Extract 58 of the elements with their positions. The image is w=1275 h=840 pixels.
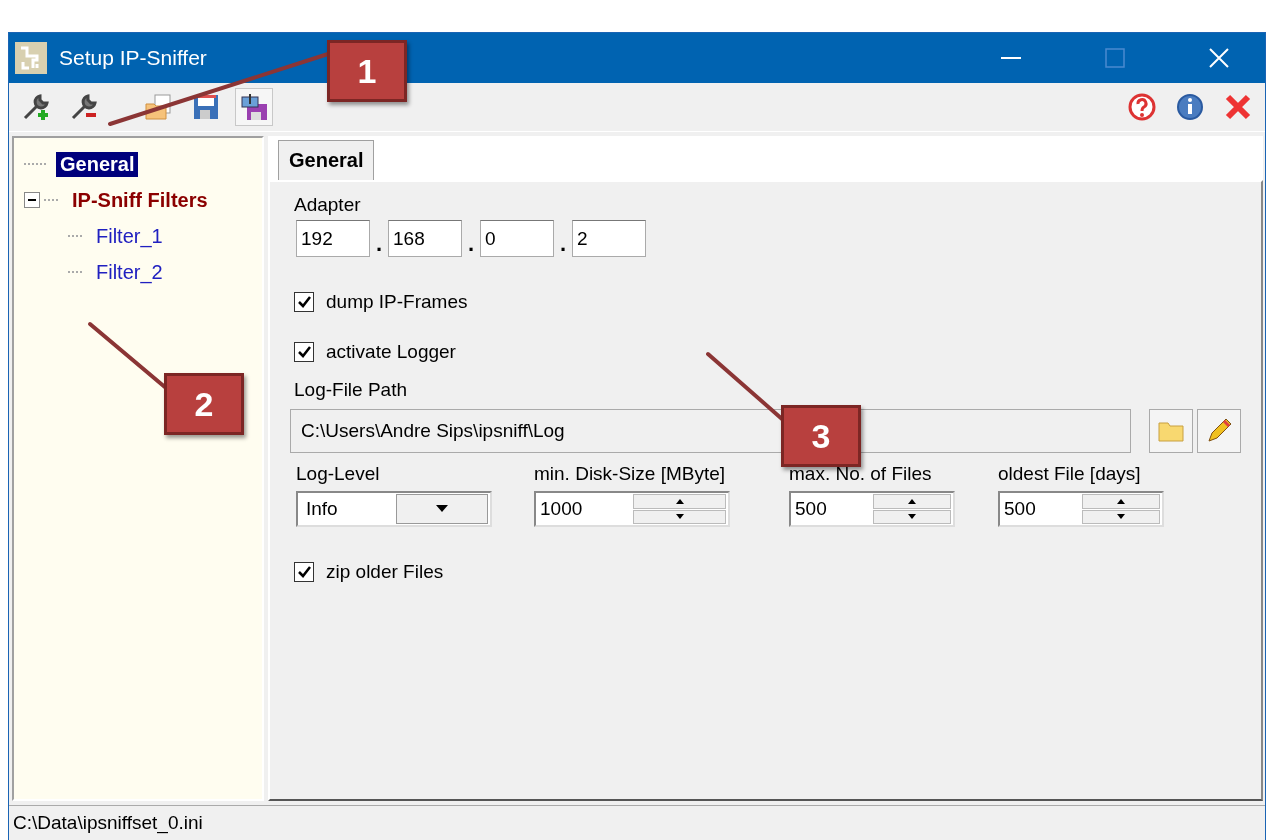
wrench-minus-icon: [69, 92, 99, 122]
checkbox[interactable]: [294, 562, 314, 582]
checkbox-label: zip older Files: [326, 561, 444, 583]
tree-item[interactable]: IP-Sniff Filters: [68, 187, 212, 213]
separator-dot: .: [374, 231, 384, 257]
close-icon: [1223, 92, 1253, 122]
input-field[interactable]: 168: [388, 220, 462, 257]
save-as-button[interactable]: [235, 88, 273, 126]
window-title: Setup IP-Sniffer: [59, 46, 208, 70]
help-icon: [1127, 92, 1157, 122]
down-arrow-icon: [908, 514, 916, 520]
check-icon: [297, 345, 311, 359]
input-field[interactable]: 0: [480, 220, 554, 257]
tree-item[interactable]: General: [56, 151, 139, 177]
callout-badge: 2: [164, 373, 244, 435]
down-arrow-icon: [675, 514, 684, 520]
minimize-icon: [1001, 57, 1021, 59]
spin-box[interactable]: 1000: [534, 491, 730, 527]
floppy-disk-icon: [239, 92, 269, 122]
down-arrow-icon: [1117, 514, 1125, 520]
checkbox[interactable]: [294, 342, 314, 362]
folder-icon: [143, 92, 173, 122]
spin-box[interactable]: 500: [998, 491, 1164, 527]
tab[interactable]: General: [278, 140, 375, 180]
info-icon: [1175, 92, 1205, 122]
field-label: Log-Level: [296, 463, 381, 485]
folder-icon: [1157, 419, 1185, 443]
check-icon: [297, 565, 311, 579]
close-icon: [1208, 47, 1230, 69]
status-text: C:\Data\ipsniffset_0.ini: [13, 812, 203, 834]
callout-badge: 3: [781, 405, 861, 467]
maximize-icon: [1104, 47, 1126, 69]
input-field[interactable]: 2: [572, 220, 646, 257]
wrench-plus-icon: [21, 92, 51, 122]
edit-button[interactable]: [1197, 409, 1241, 453]
app-icon: [15, 42, 47, 74]
pencil-icon: [1205, 417, 1233, 445]
checkbox[interactable]: [294, 292, 314, 312]
checkbox-label: dump IP-Frames: [326, 291, 468, 313]
collapse-icon[interactable]: [24, 192, 40, 208]
up-arrow-icon: [908, 498, 916, 504]
callout-badge: 1: [327, 40, 407, 102]
check-icon: [297, 295, 311, 309]
field-label: Adapter: [294, 194, 362, 216]
dropdown[interactable]: Info: [296, 491, 492, 527]
checkbox-label: activate Logger: [326, 341, 456, 363]
field-label: Log-File Path: [294, 379, 408, 401]
up-arrow-icon: [675, 498, 684, 504]
separator-dot: .: [466, 231, 476, 257]
field-label: min. Disk-Size [MByte]: [534, 463, 727, 485]
up-arrow-icon: [1117, 498, 1125, 504]
tree-item[interactable]: Filter_2: [92, 259, 167, 285]
tree-item[interactable]: Filter_1: [92, 223, 167, 249]
input-field[interactable]: 192: [296, 220, 370, 257]
spin-box[interactable]: 500: [789, 491, 955, 527]
caret-icon: [436, 505, 448, 513]
separator-dot: .: [558, 231, 568, 257]
field-label: oldest File [days]: [998, 463, 1142, 485]
